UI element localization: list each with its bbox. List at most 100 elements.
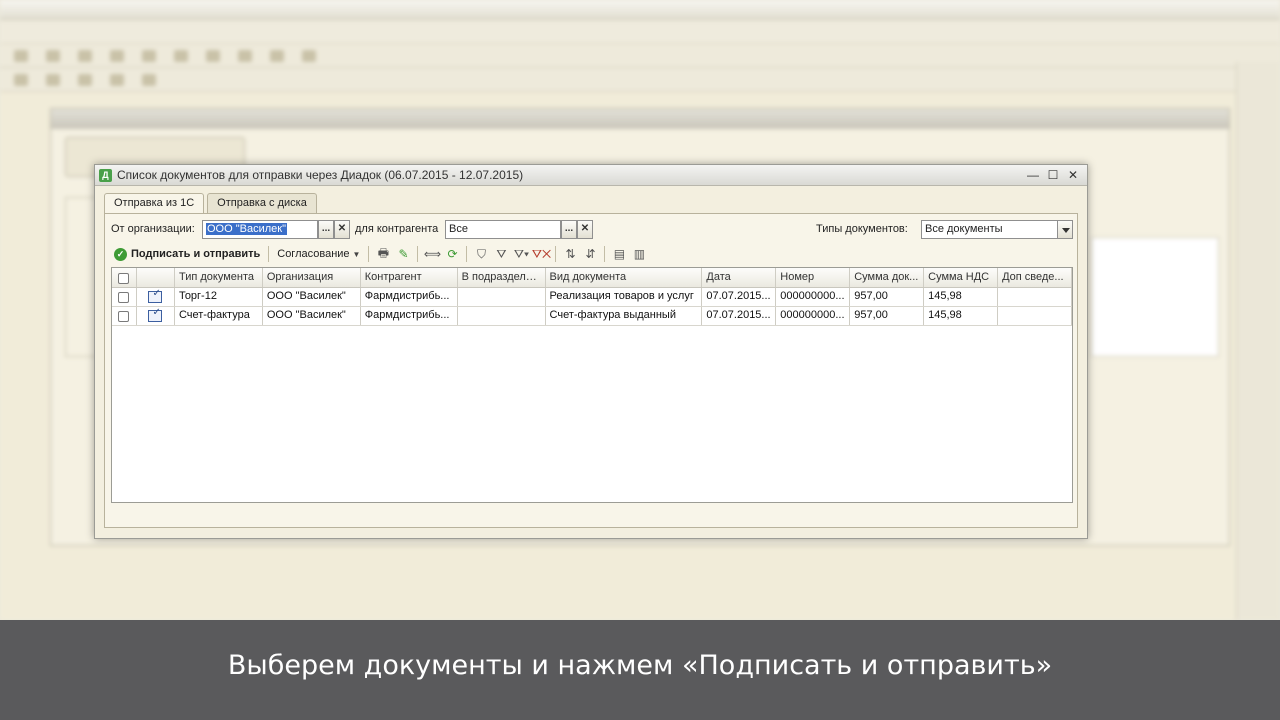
- header-vat-sum[interactable]: Сумма НДС: [924, 268, 999, 287]
- edit-icon[interactable]: ✎: [394, 245, 412, 263]
- command-toolbar: ✓ Подписать и отправить Согласование ▼ 🖶…: [111, 244, 1071, 264]
- approval-label: Согласование: [277, 248, 350, 260]
- cell-vat-sum: 145,98: [924, 288, 999, 306]
- select-all-checkbox[interactable]: [118, 273, 129, 284]
- dialog-title-bar[interactable]: Д Список документов для отправки через Д…: [95, 165, 1087, 186]
- background-toolbar: [0, 44, 1280, 68]
- chevron-down-icon: ▼: [352, 249, 361, 259]
- document-icon: [148, 288, 163, 303]
- diadoc-app-icon: Д: [99, 168, 112, 182]
- minimize-icon[interactable]: —: [1023, 168, 1043, 182]
- cell-extra-info: [998, 288, 1072, 306]
- org-field[interactable]: ООО "Василек": [202, 220, 318, 239]
- org-value: ООО "Василек": [206, 223, 287, 235]
- cell-date: 07.07.2015...: [702, 288, 777, 306]
- approval-menu-button[interactable]: Согласование ▼: [274, 245, 363, 263]
- row-checkbox-cell[interactable]: [112, 307, 137, 325]
- filter-settings-icon[interactable]: ⛉: [472, 245, 490, 263]
- header-date[interactable]: Дата: [702, 268, 777, 287]
- toolbar-separator: [555, 246, 557, 262]
- clear-filter-icon[interactable]: ⛛✕: [532, 245, 551, 263]
- sort-ascending-icon[interactable]: ⇅: [561, 245, 579, 263]
- doc-types-dropdown-icon[interactable]: [1057, 220, 1073, 239]
- counterparty-field[interactable]: Все: [445, 220, 561, 239]
- header-counterparty[interactable]: Контрагент: [361, 268, 458, 287]
- video-caption: Выберем документы и нажмем «Подписать и …: [0, 620, 1280, 720]
- toolbar-separator: [604, 246, 606, 262]
- toolbar-separator: [268, 246, 270, 262]
- documents-table: Тип документа Организация Контрагент В п…: [111, 267, 1073, 503]
- background-panel-toolbar: [0, 68, 1280, 92]
- header-doc-type[interactable]: Тип документа: [175, 268, 263, 287]
- refresh-icon[interactable]: ⟳: [443, 245, 461, 263]
- table-header: Тип документа Организация Контрагент В п…: [112, 268, 1072, 288]
- cell-vat-sum: 145,98: [924, 307, 999, 325]
- header-doc-sum[interactable]: Сумма док...: [850, 268, 925, 287]
- structure-icon[interactable]: ▤: [610, 245, 628, 263]
- counterparty-label: для контрагента: [355, 223, 439, 235]
- toolbar-separator: [368, 246, 370, 262]
- maximize-icon[interactable]: ☐: [1043, 168, 1063, 182]
- cell-doc-sum: 957,00: [850, 307, 925, 325]
- cell-number: 000000000...: [776, 288, 851, 306]
- row-icon-cell: [137, 307, 175, 325]
- tab-send-from-disk[interactable]: Отправка с диска: [207, 193, 317, 213]
- cell-organization: ООО "Василек": [263, 307, 361, 325]
- cell-doc-sum: 957,00: [850, 288, 925, 306]
- org-clear-button[interactable]: ✕: [334, 220, 350, 239]
- doc-types-select[interactable]: Все документы: [921, 220, 1059, 239]
- org-label: От организации:: [111, 223, 195, 235]
- sort-descending-icon[interactable]: ⇵: [581, 245, 599, 263]
- row-checkbox-cell[interactable]: [112, 288, 137, 306]
- toolbar-separator: [466, 246, 468, 262]
- cell-doc-kind: Реализация товаров и услуг: [546, 288, 703, 306]
- header-doc-kind[interactable]: Вид документа: [546, 268, 703, 287]
- background-title-bar: [0, 0, 1280, 20]
- table-row[interactable]: Счет-фактура ООО "Василек" Фармдистрибь.…: [112, 307, 1072, 326]
- row-checkbox[interactable]: [118, 292, 129, 303]
- cell-doc-kind: Счет-фактура выданный: [546, 307, 703, 325]
- cell-date: 07.07.2015...: [702, 307, 777, 325]
- sign-and-send-button[interactable]: ✓ Подписать и отправить: [111, 245, 263, 263]
- cell-department: [458, 288, 546, 306]
- cell-counterparty: Фармдистрибь...: [361, 307, 458, 325]
- background-menu-bar: [0, 20, 1280, 44]
- documents-dialog: Д Список документов для отправки через Д…: [94, 164, 1088, 539]
- row-checkbox[interactable]: [118, 311, 129, 322]
- print-icon[interactable]: 🖶: [374, 245, 392, 263]
- cell-department: [458, 307, 546, 325]
- tab-send-from-1c[interactable]: Отправка из 1С: [104, 193, 205, 214]
- cell-counterparty: Фармдистрибь...: [361, 288, 458, 306]
- period-icon[interactable]: ⟺: [423, 245, 441, 263]
- settings-list-icon[interactable]: ▥: [630, 245, 648, 263]
- tab-strip: Отправка из 1С Отправка с диска: [104, 193, 317, 214]
- filter-by-value-icon[interactable]: ⛛▾: [512, 245, 530, 263]
- org-select-button[interactable]: ...: [318, 220, 334, 239]
- dialog-title: Список документов для отправки через Диа…: [117, 168, 524, 182]
- header-number[interactable]: Номер: [776, 268, 851, 287]
- filter-icon[interactable]: ⛛: [492, 245, 510, 263]
- cell-extra-info: [998, 307, 1072, 325]
- cell-doc-type: Торг-12: [175, 288, 263, 306]
- background-grid: [1091, 237, 1219, 357]
- table-row[interactable]: Торг-12 ООО "Василек" Фармдистрибь... Ре…: [112, 288, 1072, 307]
- counterparty-select-button[interactable]: ...: [561, 220, 577, 239]
- doc-types-label: Типы документов:: [816, 223, 908, 235]
- sign-and-send-label: Подписать и отправить: [131, 248, 261, 260]
- toolbar-separator: [417, 246, 419, 262]
- header-department[interactable]: В подразделе...: [458, 268, 546, 287]
- background-module-title: [51, 109, 1229, 129]
- cell-doc-type: Счет-фактура: [175, 307, 263, 325]
- tab-panel: От организации: ООО "Василек" ... ✕ для …: [104, 213, 1078, 528]
- document-icon: [148, 307, 163, 322]
- counterparty-clear-button[interactable]: ✕: [577, 220, 593, 239]
- row-icon-cell: [137, 288, 175, 306]
- close-icon[interactable]: ✕: [1063, 168, 1083, 182]
- cell-organization: ООО "Василек": [263, 288, 361, 306]
- header-select-all[interactable]: [112, 268, 137, 287]
- header-extra-info[interactable]: Доп сведе...: [998, 268, 1072, 287]
- filters-row: От организации: ООО "Василек" ... ✕ для …: [111, 220, 1073, 240]
- header-organization[interactable]: Организация: [263, 268, 361, 287]
- background-right-panel: [1236, 62, 1280, 620]
- checkmark-icon: ✓: [114, 247, 127, 261]
